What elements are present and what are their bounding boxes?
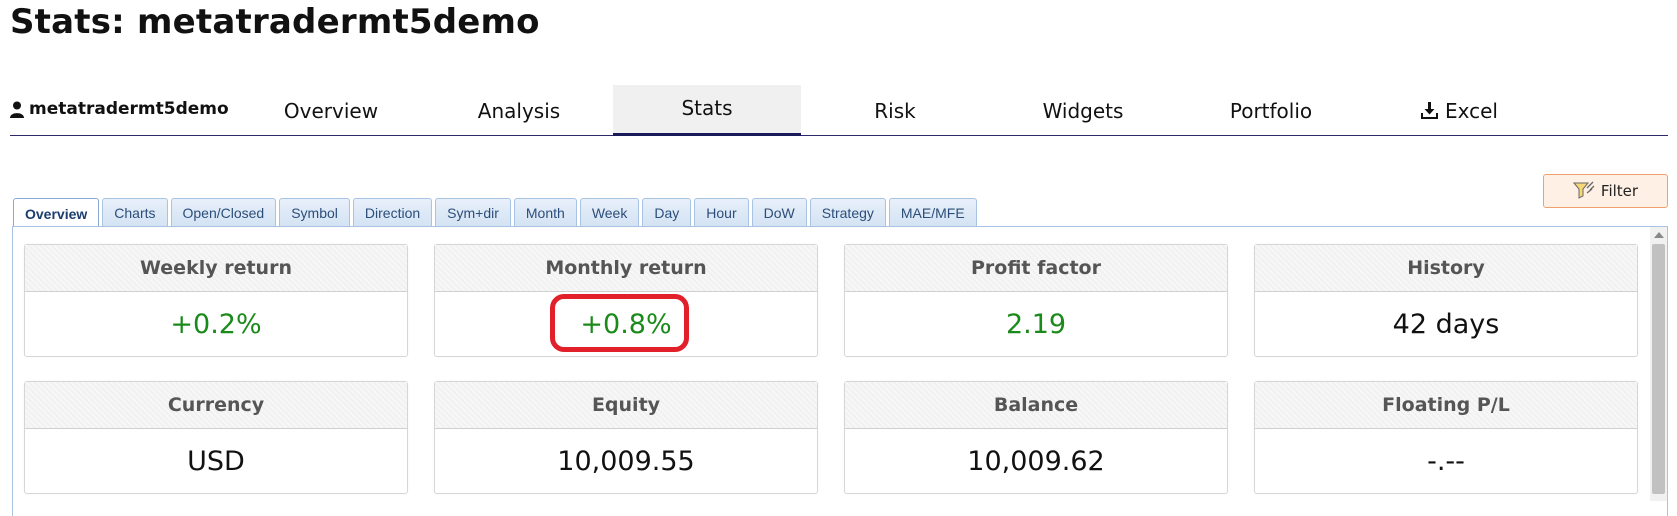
subtab-symbol[interactable]: Symbol [279, 198, 350, 227]
subtab-month[interactable]: Month [513, 198, 577, 227]
stat-value: 42 days [1392, 308, 1500, 340]
scrollbar-thumb[interactable] [1652, 244, 1665, 494]
stat-value: +0.2% [170, 308, 262, 340]
account-name: metatradermt5demo [10, 99, 229, 119]
top-nav: metatradermt5demo Overview Analysis Stat… [10, 85, 1668, 136]
stat-card-weekly-return: Weekly return +0.2% [24, 244, 408, 357]
subtab-charts[interactable]: Charts [102, 198, 168, 227]
stats-subtabs: Overview Charts Open/Closed Symbol Direc… [13, 198, 980, 228]
filter-button[interactable]: Filter [1543, 174, 1668, 208]
stat-card-history: History 42 days [1254, 244, 1638, 357]
tab-analysis[interactable]: Analysis [425, 85, 613, 136]
subtab-overview[interactable]: Overview [13, 198, 100, 228]
subtab-week[interactable]: Week [579, 198, 640, 227]
stat-value: USD [187, 445, 245, 477]
subtab-dow[interactable]: DoW [751, 198, 807, 227]
subtab-strategy[interactable]: Strategy [809, 198, 886, 227]
stat-value: -.-- [1427, 445, 1465, 477]
stat-value: 10,009.62 [967, 445, 1105, 477]
subtab-hour[interactable]: Hour [694, 198, 749, 227]
subtab-sym-dir[interactable]: Sym+dir [435, 198, 511, 227]
subtab-open-closed[interactable]: Open/Closed [170, 198, 277, 227]
tab-portfolio[interactable]: Portfolio [1177, 85, 1365, 136]
filter-icon [1572, 181, 1595, 199]
tab-label: Excel [1445, 98, 1498, 123]
filter-label: Filter [1600, 182, 1639, 200]
stat-title: Floating P/L [1255, 382, 1637, 429]
stat-card-equity: Equity 10,009.55 [434, 381, 818, 494]
stat-title: Weekly return [25, 245, 407, 292]
subtab-direction[interactable]: Direction [352, 198, 433, 227]
stat-value: 10,009.55 [557, 445, 695, 477]
stat-card-monthly-return: Monthly return +0.8% [434, 244, 818, 357]
tab-overview[interactable]: Overview [237, 85, 425, 136]
tab-label: Stats [681, 96, 733, 120]
stat-value: 2.19 [1005, 308, 1067, 340]
download-icon [1421, 101, 1438, 119]
user-icon [10, 101, 24, 118]
tab-excel[interactable]: Excel [1365, 85, 1553, 136]
tab-label: Overview [283, 98, 379, 123]
stat-card-profit-factor: Profit factor 2.19 [844, 244, 1228, 357]
subtab-day[interactable]: Day [642, 198, 692, 227]
tab-label: Risk [874, 98, 916, 123]
tab-stats[interactable]: Stats [613, 85, 801, 136]
stat-card-currency: Currency USD [24, 381, 408, 494]
stat-title: Balance [845, 382, 1227, 429]
tab-label: Widgets [1042, 98, 1124, 123]
stat-card-floating-pl: Floating P/L -.-- [1254, 381, 1638, 494]
stat-value: +0.8% [580, 308, 672, 340]
account-label: metatradermt5demo [29, 99, 229, 119]
stat-title: Monthly return [435, 245, 817, 292]
vertical-scrollbar[interactable] [1650, 227, 1667, 501]
stat-title: History [1255, 245, 1637, 292]
subtab-mae-mfe[interactable]: MAE/MFE [888, 198, 977, 227]
stat-title: Currency [25, 382, 407, 429]
stat-title: Equity [435, 382, 817, 429]
tab-widgets[interactable]: Widgets [989, 85, 1177, 136]
page-title: Stats: metatradermt5demo [10, 2, 540, 42]
stat-title: Profit factor [845, 245, 1227, 292]
stat-card-balance: Balance 10,009.62 [844, 381, 1228, 494]
tab-risk[interactable]: Risk [801, 85, 989, 136]
tab-label: Portfolio [1229, 98, 1313, 123]
scroll-up-icon[interactable] [1654, 232, 1664, 238]
tab-label: Analysis [477, 98, 561, 123]
